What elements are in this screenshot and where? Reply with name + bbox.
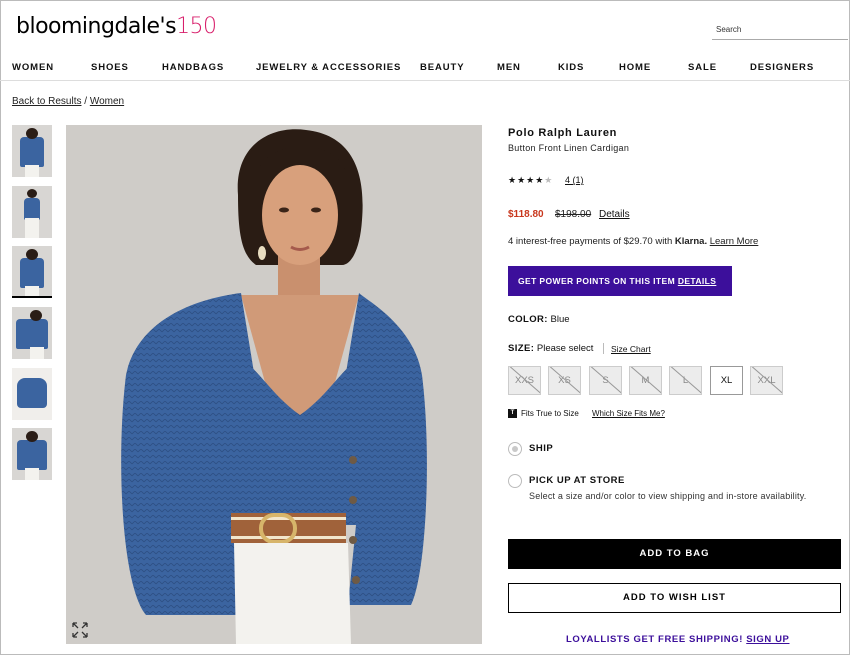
model-illustration [66, 125, 482, 644]
gallery-thumbnail[interactable] [12, 368, 52, 420]
loyalty-banner: LOYALLISTS GET FREE SHIPPING! SIGN UP [566, 634, 790, 645]
site-logo[interactable]: bloomingdale's150 [16, 14, 217, 39]
gallery-thumbnail[interactable] [12, 307, 52, 359]
size-option-label: XL [720, 375, 733, 386]
gallery-thumbnail[interactable] [12, 186, 52, 238]
add-to-bag-button[interactable]: ADD TO BAG [508, 539, 841, 569]
star-rating-filled: ★★★★ [508, 175, 545, 185]
color-selection: COLOR: Blue [508, 314, 570, 325]
pickup-label[interactable]: PICK UP AT STORE [529, 475, 625, 486]
search-input[interactable]: Search [712, 22, 848, 40]
nav-item-handbags[interactable]: HANDBAGS [162, 62, 224, 73]
gallery-thumbnail-selected[interactable] [12, 246, 52, 298]
klarna-text: 4 interest-free payments of $29.70 with [508, 236, 675, 247]
ship-label[interactable]: SHIP [529, 443, 553, 454]
pickup-note: Select a size and/or color to view shipp… [529, 491, 807, 501]
nav-item-jewelry-accessories[interactable]: JEWELRY & ACCESSORIES [256, 62, 401, 73]
price-details-link[interactable]: Details [599, 209, 630, 220]
power-points-text: GET POWER POINTS ON THIS ITEM [518, 276, 678, 286]
product-name: Button Front Linen Cardigan [508, 143, 630, 153]
expand-icon[interactable] [70, 621, 90, 639]
nav-item-sale[interactable]: SALE [688, 62, 717, 73]
size-option-m[interactable]: M [629, 366, 662, 395]
size-value: Please select [536, 343, 594, 354]
reviews-link[interactable]: 4 (1) [565, 175, 584, 185]
klarna-message: 4 interest-free payments of $29.70 with … [508, 236, 758, 247]
gallery-thumbnail[interactable] [12, 125, 52, 177]
main-nav: WOMEN SHOES HANDBAGS JEWELRY & ACCESSORI… [0, 57, 850, 81]
klarna-logo: Klarna. [674, 236, 708, 247]
size-option-xxs[interactable]: XXS [508, 366, 541, 395]
nav-item-women[interactable]: WOMEN [12, 62, 54, 73]
gallery-thumbnail[interactable] [12, 428, 52, 480]
nav-item-beauty[interactable]: BEAUTY [420, 62, 464, 73]
divider [603, 343, 604, 354]
breadcrumb: Back to Results / Women [12, 96, 124, 107]
product-brand[interactable]: Polo Ralph Lauren [508, 127, 617, 139]
pickup-radio[interactable] [508, 474, 522, 488]
size-chart-link[interactable]: Size Chart [611, 344, 651, 354]
logo-text[interactable]: bloomingdale's [16, 14, 177, 39]
fit-text: Fits True to Size [521, 409, 579, 418]
sale-price: $118.80 [508, 209, 544, 220]
size-option-xl[interactable]: XL [710, 366, 743, 395]
product-main-image[interactable] [66, 125, 482, 644]
breadcrumb-category-link[interactable]: Women [90, 96, 124, 107]
nav-item-kids[interactable]: KIDS [558, 62, 584, 73]
true-fit-icon: T [508, 409, 517, 418]
color-value: Blue [550, 314, 570, 325]
size-option-l[interactable]: L [669, 366, 702, 395]
add-to-wishlist-button[interactable]: ADD TO WISH LIST [508, 583, 841, 613]
loyalty-signup-link[interactable]: SIGN UP [746, 634, 789, 645]
size-option-s[interactable]: S [589, 366, 622, 395]
power-points-details-link[interactable]: DETAILS [678, 276, 717, 286]
star-rating: ★★★★★ [508, 175, 553, 186]
breadcrumb-separator: / [84, 96, 88, 107]
nav-item-shoes[interactable]: SHOES [91, 62, 129, 73]
size-option-xxl[interactable]: XXL [750, 366, 783, 395]
which-size-fits-link[interactable]: Which Size Fits Me? [592, 409, 665, 418]
nav-item-men[interactable]: MEN [497, 62, 521, 73]
loyalty-text: LOYALLISTS GET FREE SHIPPING! [566, 634, 747, 645]
size-option-xs[interactable]: XS [548, 366, 581, 395]
logo-number[interactable]: 150 [176, 14, 217, 39]
power-points-button[interactable]: GET POWER POINTS ON THIS ITEM DETAILS [508, 266, 732, 296]
nav-item-designers[interactable]: DESIGNERS [750, 62, 814, 73]
size-selection: SIZE: Please select [508, 343, 593, 354]
size-label: SIZE: [508, 343, 535, 354]
color-label: COLOR: [508, 314, 548, 325]
original-price: $198.00 [555, 209, 592, 220]
ship-radio[interactable] [508, 442, 522, 456]
klarna-learn-more-link[interactable]: Learn More [710, 236, 759, 247]
star-rating-empty: ★ [544, 175, 554, 185]
nav-item-home[interactable]: HOME [619, 62, 651, 73]
breadcrumb-back-link[interactable]: Back to Results [12, 96, 81, 107]
